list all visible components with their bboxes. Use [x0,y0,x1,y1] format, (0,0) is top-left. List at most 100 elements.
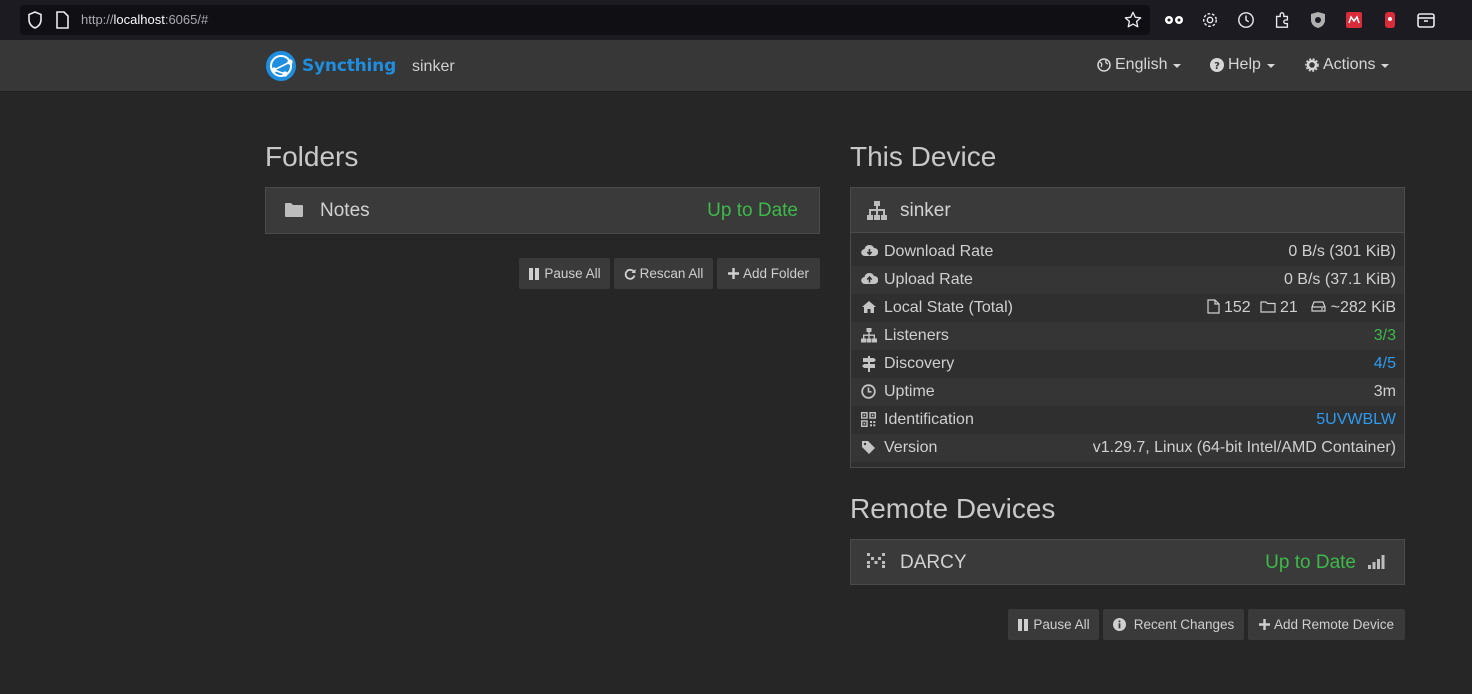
recent-changes-label: Recent Changes [1133,617,1235,632]
upload-rate-label: Upload Rate [884,271,973,288]
mask-icon[interactable] [1164,10,1184,30]
brand-logo[interactable]: Syncthing [265,49,396,83]
help-menu[interactable]: ? Help [1210,56,1275,74]
listeners-value[interactable]: 3/3 [1374,327,1396,345]
extension-red-icon[interactable] [1344,10,1364,30]
uptime-value: 3m [1373,383,1396,400]
recent-changes-button[interactable]: Recent Changes [1103,609,1244,640]
plus-icon [1258,619,1270,630]
this-device-title: This Device [850,141,997,172]
download-rate-value: 0 B/s (301 KiB) [1288,243,1396,260]
language-label: English [1115,56,1168,73]
clock-icon [861,384,877,400]
version-row: Version v1.29.7, Linux (64-bit Intel/AMD… [851,434,1404,462]
uptime-row: Uptime 3m [851,378,1404,406]
identification-label: Identification [884,411,974,428]
local-files-count: 152 [1223,299,1251,316]
folder-heading[interactable]: Notes Up to Date [266,188,819,233]
hdd-icon [1311,301,1326,312]
actions-label: Actions [1323,56,1376,73]
local-dirs-count: 21 [1280,299,1298,316]
signal-strength-icon [1368,555,1385,574]
identicon-icon [867,553,885,574]
bookmark-star-icon[interactable] [1124,11,1142,34]
pause-all-folders-button[interactable]: Pause All [519,258,610,289]
extension-record-icon[interactable] [1380,10,1400,30]
window-icon[interactable] [1416,10,1436,30]
this-device-panel: sinker Download Rate 0 B/s (301 KiB) Upl… [850,187,1405,468]
page-icon [55,11,69,34]
ublock-shield-icon[interactable] [1308,10,1328,30]
listeners-row: Listeners 3/3 [851,322,1404,350]
remote-device-status: Up to Date [1265,552,1356,573]
this-device-name: sinker [900,200,951,221]
file-icon [1206,299,1220,314]
chevron-down-icon [1381,64,1390,68]
cloud-upload-icon [861,272,879,288]
upload-rate-row: Upload Rate 0 B/s (37.1 KiB) [851,266,1404,294]
discovery-value[interactable]: 4/5 [1374,355,1396,373]
download-rate-row: Download Rate 0 B/s (301 KiB) [851,238,1404,266]
url-prefix: http:// [81,12,114,27]
chevron-down-icon [1173,64,1182,68]
add-remote-device-button[interactable]: Add Remote Device [1248,609,1405,640]
remote-device-panel-darcy[interactable]: DARCY Up to Date [850,539,1405,585]
brand-name: Syncthing [302,56,397,76]
actions-menu[interactable]: Actions [1305,56,1390,74]
shield-icon[interactable] [27,11,43,34]
rescan-all-label: Rescan All [639,266,704,281]
home-icon [861,300,877,316]
discovery-row: Discovery 4/5 [851,350,1404,378]
listeners-label: Listeners [884,327,949,344]
folder-name: Notes [320,200,370,221]
extensions-puzzle-icon[interactable] [1272,10,1292,30]
download-rate-label: Download Rate [884,243,994,260]
pause-all-devices-label: Pause All [1033,617,1090,632]
url-text[interactable]: http://localhost:6065/# [81,12,208,27]
settings-gear-icon[interactable] [1200,10,1220,30]
globe-icon [1097,58,1111,72]
local-state-row: Local State (Total) 152 21 ~282 KiB [851,294,1404,322]
folder-panel-notes[interactable]: Notes Up to Date [265,187,820,234]
qrcode-icon [860,411,877,428]
tag-icon [861,440,877,456]
nav-device-name: sinker [412,58,455,75]
chevron-down-icon [1266,64,1275,68]
identification-value[interactable]: 5UVWBLW [1316,411,1396,429]
top-navbar: Syncthing sinker English ? Help Actions [0,40,1472,92]
rescan-all-button[interactable]: Rescan All [614,258,713,289]
add-remote-device-label: Add Remote Device [1273,617,1395,632]
local-state-label: Local State (Total) [884,299,1013,316]
url-rest: :6065/# [164,12,209,27]
this-device-heading[interactable]: sinker [851,188,1404,233]
question-circle-icon: ? [1210,58,1224,72]
remote-devices-title: Remote Devices [850,493,1056,524]
folder-status: Up to Date [707,200,798,221]
url-host: localhost [113,12,165,27]
sitemap-small-icon [861,328,877,344]
remote-device-heading[interactable]: DARCY Up to Date [851,540,1404,584]
info-circle-icon [1112,618,1126,631]
uptime-label: Uptime [884,383,935,400]
pause-all-devices-button[interactable]: Pause All [1008,609,1099,640]
history-clock-icon[interactable] [1236,10,1256,30]
language-menu[interactable]: English [1097,56,1182,74]
browser-toolbar: http://localhost:6065/# [0,0,1472,40]
signpost-icon [861,356,877,372]
folders-title: Folders [265,141,359,172]
address-bar[interactable]: http://localhost:6065/# [20,5,1150,35]
cloud-download-icon [861,244,879,260]
pause-icon [1018,618,1029,631]
upload-rate-value: 0 B/s (37.1 KiB) [1283,271,1396,288]
folder-icon [285,202,303,222]
syncthing-logo-icon [266,51,296,81]
folder-outline-icon [1259,301,1276,313]
svg-text:?: ? [1214,61,1220,72]
identification-row: Identification 5UVWBLW [851,406,1404,434]
local-state-value: 152 21 ~282 KiB [1206,299,1396,317]
cog-icon [1305,58,1319,72]
add-folder-button[interactable]: Add Folder [717,258,820,289]
version-value: v1.29.7, Linux (64-bit Intel/AMD Contain… [1092,439,1396,456]
sitemap-icon [867,201,887,226]
refresh-icon [624,268,636,280]
